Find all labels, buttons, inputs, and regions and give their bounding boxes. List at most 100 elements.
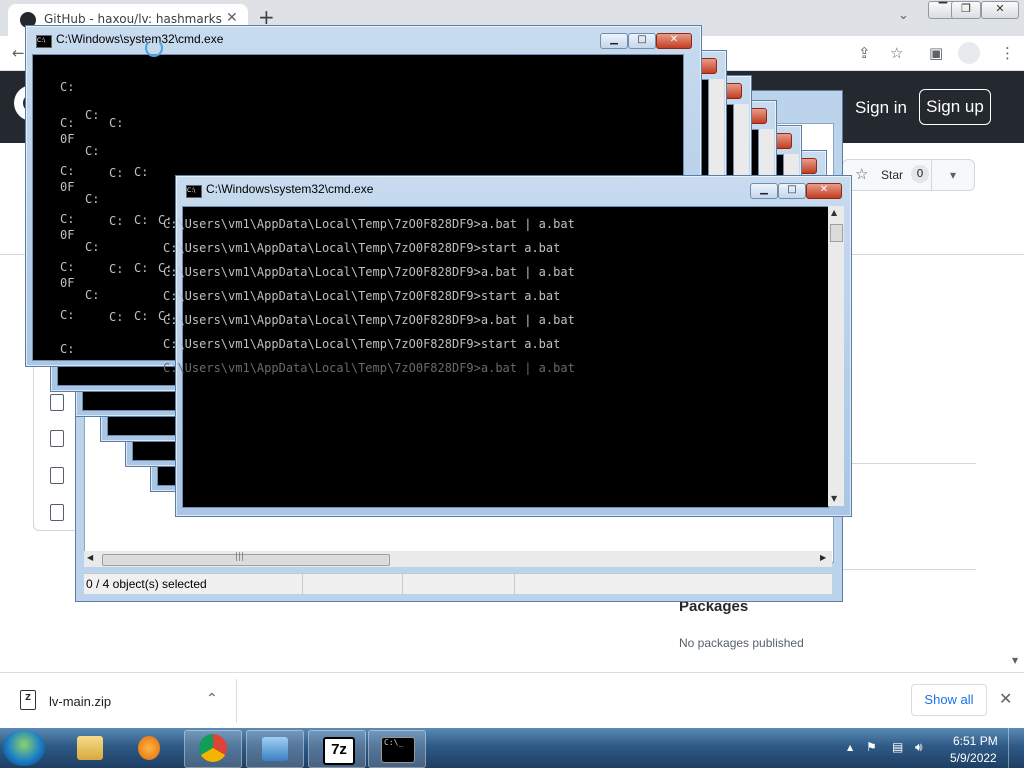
sign-up-button[interactable]: Sign up [919,89,991,125]
start-button[interactable] [3,730,45,766]
close-button[interactable]: ✕ [806,183,842,199]
console-line: C:\Users\vm1\AppData\Local\Temp\7zO0F828… [163,265,575,279]
console-line: C:\Users\vm1\AppData\Local\Temp\7zO0F828… [163,241,561,255]
back-icon[interactable]: ← [12,44,25,62]
divider [236,679,237,723]
clock-date[interactable]: 5/9/2022 [950,751,997,765]
action-center-icon[interactable]: ⚑ [866,740,877,754]
restore-window-button[interactable]: ❐ [951,1,981,19]
minimize-button[interactable]: ▁ [600,33,628,49]
chevron-up-icon[interactable]: ⌃ [206,691,218,707]
scroll-left-icon[interactable]: ◀ [87,553,93,562]
chrome-icon [199,734,227,762]
console-stub: C: [60,308,75,322]
cmd-window-active[interactable]: C:\ C:\Windows\system32\cmd.exe ▁ □ ✕ C:… [163,175,852,517]
close-window-button[interactable]: ✕ [981,1,1019,19]
scrollbar-thumb[interactable] [830,224,843,242]
status-separator [514,574,515,594]
console-stub: 0F [60,276,75,290]
divider [842,569,976,570]
console-stub: C: [60,212,75,226]
star-button[interactable]: ☆ Star 0 [842,159,934,191]
thumb-grip: ||| [235,552,245,562]
star-count: 0 [911,165,929,183]
taskbar-7zip[interactable]: 7z [308,730,366,768]
maximize-button[interactable]: □ [778,183,806,199]
download-file-name[interactable]: lv-main.zip [49,694,111,709]
show-desktop-button[interactable] [1008,728,1024,768]
console-line: C:\Users\vm1\AppData\Local\Temp\7zO0F828… [163,289,561,303]
console-stub: C: [109,166,124,180]
console-output[interactable]: C:\Users\vm1\AppData\Local\Temp\7zO0F828… [163,206,829,508]
close-icon[interactable]: ✕ [999,689,1012,708]
volume-icon[interactable]: 🔊︎ [915,740,923,755]
status-separator [402,574,403,594]
status-bar: 0 / 4 object(s) selected [84,573,832,594]
share-icon[interactable]: ⇪ [858,44,871,62]
console-stub: C: [134,165,149,179]
console-stub: C: [134,309,149,323]
minimize-button[interactable]: ▁ [750,183,778,199]
network-icon[interactable]: ▤ [892,740,903,754]
console-stub: C: [109,214,124,228]
taskbar-media-player[interactable] [120,730,176,766]
console-line: C:\Users\vm1\AppData\Local\Temp\7zO0F828… [163,361,575,375]
scroll-right-icon[interactable]: ▶ [820,553,826,562]
tab-title: GitHub - haxou/lv: hashmarks [44,12,222,26]
cmd-title: C:\Windows\system32\cmd.exe [206,182,374,196]
star-label: Star [881,168,904,182]
file-icon [50,430,64,447]
show-all-button[interactable]: Show all [911,684,987,716]
7zip-icon: 7z [323,737,355,765]
maximize-button[interactable]: □ [628,33,656,49]
close-button[interactable]: ✕ [656,33,692,49]
console-stub: C: [134,213,149,227]
console-line: C:\Users\vm1\AppData\Local\Temp\7zO0F828… [163,217,575,231]
status-text: 0 / 4 object(s) selected [86,577,207,591]
tab-close-icon[interactable]: ✕ [226,10,238,26]
control-panel-icon [262,737,288,761]
taskbar-chrome[interactable] [184,730,242,768]
clock-time[interactable]: 6:51 PM [953,734,998,748]
media-player-icon [138,736,160,760]
star-dropdown-button[interactable]: ▾ [931,159,975,191]
packages-empty-text: No packages published [679,636,804,650]
console-stub: C: [60,342,75,356]
scrollbar-thumb[interactable]: ||| [102,552,390,566]
sign-in-link[interactable]: Sign in [855,98,907,118]
scroll-down-icon[interactable]: ▼ [831,494,837,503]
console-stub: C: [109,310,124,324]
cmd-icon: C:\ [186,185,202,198]
cmd-icon: C:\_ [381,737,415,763]
console-stub: C: [85,108,100,122]
console-stub: C: [60,164,75,178]
tray-expand-icon[interactable]: ▲ [847,743,853,752]
divider [842,463,976,464]
download-bar: Z lv-main.zip ⌃ Show all ✕ [0,672,1024,729]
star-icon: ☆ [855,165,869,183]
menu-kebab-icon[interactable]: ⋮ [1000,44,1015,62]
console-stub: 0F [60,228,75,242]
folder-icon [77,736,103,760]
cmd-icon: C:\ [36,35,52,48]
taskbar-explorer[interactable] [62,730,118,766]
file-icon [50,467,64,484]
horizontal-scrollbar[interactable]: ◀ ||| ▶ [84,551,832,567]
profile-avatar[interactable] [958,42,980,64]
side-panel-icon[interactable]: ▣ [929,44,943,62]
console-stub: C: [60,116,75,130]
bookmark-star-icon[interactable]: ☆ [890,44,903,62]
page-scroll-down-icon[interactable]: ▼ [1012,656,1018,665]
console-stub: C: [60,260,75,274]
console-stub: C: [134,261,149,275]
file-icon [50,394,64,411]
console-stub: C: [109,116,124,130]
console-line: C:\Users\vm1\AppData\Local\Temp\7zO0F828… [163,313,575,327]
tab-search-icon[interactable]: ⌄ [898,8,909,23]
vertical-scrollbar[interactable]: ▲ ▼ [828,206,844,506]
taskbar-control-panel[interactable] [246,730,304,768]
taskbar-cmd[interactable]: C:\_ [368,730,426,768]
scroll-up-icon[interactable]: ▲ [831,208,837,217]
status-separator [302,574,303,594]
zip-file-icon: Z [20,690,36,710]
